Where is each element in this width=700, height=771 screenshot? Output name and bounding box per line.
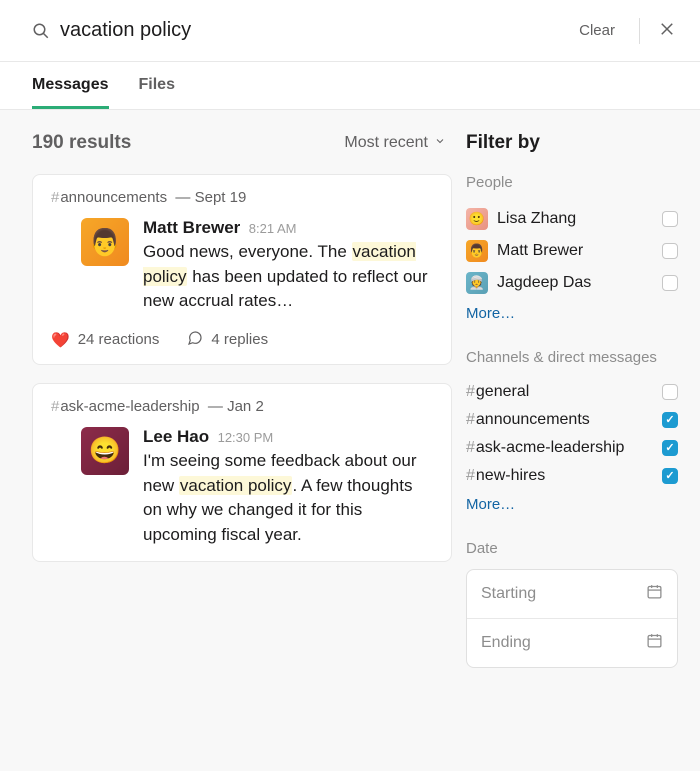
chevron-down-icon — [434, 134, 446, 152]
filter-channel[interactable]: #ask-acme-leadership — [466, 434, 678, 462]
highlight: vacation policy — [179, 476, 293, 495]
person-name: Lisa Zhang — [497, 210, 653, 228]
author-name: Lee Hao — [143, 427, 209, 446]
filter-section-date: Date Starting Ending — [466, 540, 678, 668]
more-link[interactable]: More… — [466, 305, 515, 322]
thread-icon — [187, 330, 203, 350]
date-range: Starting Ending — [466, 569, 678, 668]
filter-channel[interactable]: #announcements — [466, 406, 678, 434]
message-text: I'm seeing some feedback about our new v… — [143, 449, 433, 548]
avatar: 👳 — [466, 272, 488, 294]
channel-name: ask-acme-leadership — [476, 439, 625, 456]
filter-sidebar: Filter by People 🙂 Lisa Zhang 👨 Matt Bre… — [456, 110, 700, 771]
results-count: 190 results — [32, 132, 131, 154]
channel-name: general — [476, 383, 529, 400]
date-end[interactable]: Ending — [467, 618, 677, 667]
message-date: Jan 2 — [227, 398, 264, 415]
filter-section-title: People — [466, 174, 678, 191]
close-icon — [658, 20, 676, 41]
message-text: Good news, everyone. The vacation policy… — [143, 240, 433, 314]
message-time: 12:30 PM — [218, 430, 274, 445]
filter-section-title: Channels & direct messages — [466, 349, 678, 366]
avatar: 🙂 — [466, 208, 488, 230]
channel-name: new-hires — [476, 467, 545, 484]
checkbox[interactable] — [662, 412, 678, 428]
channel-name: announcements — [476, 411, 590, 428]
checkbox[interactable] — [662, 243, 678, 259]
divider — [639, 18, 640, 44]
checkbox[interactable] — [662, 211, 678, 227]
replies[interactable]: 4 replies — [187, 330, 268, 350]
message-time: 8:21 AM — [249, 221, 297, 236]
channel-name: ask-acme-leadership — [60, 398, 199, 415]
results-column: 190 results Most recent #announcements —… — [0, 110, 456, 771]
search-icon — [32, 22, 50, 40]
search-bar: Clear — [0, 0, 700, 62]
message: 👨 Matt Brewer 8:21 AM Good news, everyon… — [51, 218, 433, 314]
avatar: 👨 — [81, 218, 129, 266]
result-card[interactable]: #announcements — Sept 19 👨 Matt Brewer 8… — [32, 174, 452, 365]
heart-icon: ❤️ — [51, 331, 70, 349]
filter-section-channels: Channels & direct messages #general #ann… — [466, 349, 678, 514]
filter-person[interactable]: 👨 Matt Brewer — [466, 235, 678, 267]
tab-files[interactable]: Files — [139, 62, 175, 109]
filter-title: Filter by — [466, 132, 678, 154]
sort-label: Most recent — [344, 134, 428, 152]
filter-section-title: Date — [466, 540, 678, 557]
message: 😄 Lee Hao 12:30 PM I'm seeing some feedb… — [51, 427, 433, 548]
author-name: Matt Brewer — [143, 218, 240, 237]
calendar-icon — [646, 583, 663, 605]
tabs: Messages Files — [0, 62, 700, 110]
filter-channel[interactable]: #general — [466, 378, 678, 406]
date-start[interactable]: Starting — [467, 570, 677, 618]
avatar: 👨 — [466, 240, 488, 262]
checkbox[interactable] — [662, 440, 678, 456]
avatar: 😄 — [81, 427, 129, 475]
results-header: 190 results Most recent — [32, 132, 456, 154]
clear-button[interactable]: Clear — [569, 18, 625, 43]
filter-channel[interactable]: #new-hires — [466, 462, 678, 490]
sort-dropdown[interactable]: Most recent — [344, 134, 446, 152]
search-input[interactable] — [60, 19, 569, 42]
message-date: Sept 19 — [195, 189, 247, 206]
close-button[interactable] — [654, 16, 680, 45]
filter-person[interactable]: 👳 Jagdeep Das — [466, 267, 678, 299]
reactions[interactable]: ❤️ 24 reactions — [51, 331, 159, 349]
tab-messages[interactable]: Messages — [32, 62, 109, 109]
checkbox[interactable] — [662, 468, 678, 484]
card-header: #announcements — Sept 19 — [51, 189, 433, 206]
channel-name: announcements — [60, 189, 167, 206]
person-name: Matt Brewer — [497, 242, 653, 260]
more-link[interactable]: More… — [466, 496, 515, 513]
card-header: #ask-acme-leadership — Jan 2 — [51, 398, 433, 415]
checkbox[interactable] — [662, 384, 678, 400]
checkbox[interactable] — [662, 275, 678, 291]
card-footer: ❤️ 24 reactions 4 replies — [51, 330, 433, 350]
calendar-icon — [646, 632, 663, 654]
person-name: Jagdeep Das — [497, 274, 653, 292]
result-card[interactable]: #ask-acme-leadership — Jan 2 😄 Lee Hao 1… — [32, 383, 452, 563]
filter-section-people: People 🙂 Lisa Zhang 👨 Matt Brewer 👳 Jagd… — [466, 174, 678, 323]
filter-person[interactable]: 🙂 Lisa Zhang — [466, 203, 678, 235]
